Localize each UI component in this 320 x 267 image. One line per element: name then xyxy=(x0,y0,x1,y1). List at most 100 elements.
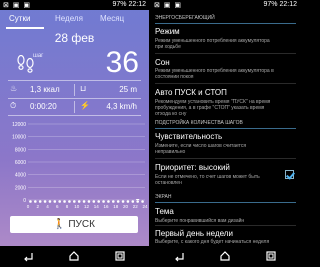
back-icon[interactable] xyxy=(173,250,185,262)
hour-marker xyxy=(63,200,66,203)
section-header-steps: ПОДСТРОЙКА КОЛИЧЕСТВА ШАГОВ xyxy=(155,120,243,126)
hour-marker xyxy=(38,200,42,203)
steps-label: шаг xyxy=(33,53,44,59)
x-tick-label: 6 xyxy=(56,204,59,209)
hour-marker xyxy=(48,200,52,203)
hourly-steps-chart: 0200040006000800010000120000 2 4 6 8 10 12 14 16… xyxy=(12,122,148,209)
setting-summary: Режим уменьшенного потребления аккумулят… xyxy=(155,38,270,50)
x-tick-label: 18 xyxy=(113,204,119,209)
hour-marker xyxy=(53,200,57,203)
setting-summary: Если не отмечено, то счет шагов может бы… xyxy=(155,174,260,186)
hour-marker xyxy=(29,200,32,203)
hour-marker xyxy=(136,200,139,203)
hour-marker xyxy=(131,200,135,203)
home-icon[interactable] xyxy=(219,250,231,262)
tab-month[interactable]: Месяц xyxy=(100,14,124,23)
setting-title: Тема xyxy=(155,207,174,216)
hour-marker xyxy=(92,200,96,203)
speed-value: 4,3 km/h xyxy=(106,102,137,111)
clock: 22:12 xyxy=(279,1,297,8)
home-icon[interactable] xyxy=(68,250,80,262)
distance-value: 25 m xyxy=(119,85,137,94)
hour-marker xyxy=(43,200,47,203)
tab-week[interactable]: Неделя xyxy=(55,14,83,23)
pedometer-screen: ⊠ ▣ ▣ 97% 22:12 Сутки Неделя Месяц 28 фе… xyxy=(0,0,149,267)
battery-percent: 97% xyxy=(112,1,127,8)
hour-marker xyxy=(116,200,120,203)
x-tick-label: 4 xyxy=(46,204,49,209)
divider xyxy=(8,98,141,99)
hour-marker xyxy=(107,200,110,203)
hour-marker xyxy=(126,200,130,203)
hour-marker xyxy=(68,200,71,203)
divider xyxy=(74,101,75,113)
status-right: 97% 22:12 xyxy=(113,1,147,8)
battery-percent: 97% xyxy=(263,1,278,8)
setting-title: Режим xyxy=(155,27,180,36)
notification-icons: ⊠ ▣ ▣ xyxy=(154,2,182,9)
divider xyxy=(155,83,296,84)
hour-marker xyxy=(58,200,61,203)
section-divider xyxy=(155,202,296,203)
setting-summary: Выберите понравившийся вам дизайн xyxy=(155,218,245,224)
x-tick-label: 20 xyxy=(123,204,129,209)
section-header-energy: ЭНЕРГОСБЕРЕГАЮЩИЙ xyxy=(155,15,215,21)
y-tick-label: 8000 xyxy=(15,147,26,153)
x-tick-label: 14 xyxy=(94,204,100,209)
y-tick-label: 2000 xyxy=(15,185,26,191)
hour-marker xyxy=(73,200,76,203)
setting-title: Первый день недели xyxy=(155,229,233,238)
section-header-screen: ЭКРАН xyxy=(155,194,172,200)
y-tick-label: 4000 xyxy=(15,173,26,179)
x-tick-label: 16 xyxy=(103,204,109,209)
recent-apps-icon[interactable] xyxy=(114,250,126,262)
back-icon[interactable] xyxy=(22,250,34,262)
setting-title: Авто ПУСК и СТОП xyxy=(155,88,227,97)
active-tab-indicator xyxy=(6,27,44,29)
metrics-row-1: ♨ 1,3 ккал ⊔ 25 m xyxy=(8,84,141,96)
setting-summary: Измените, если число шагов считается неп… xyxy=(155,143,247,155)
setting-summary: Режим уменьшенного потребления аккумулят… xyxy=(155,68,274,80)
nav-bar xyxy=(0,246,149,267)
y-tick-label: 12000 xyxy=(12,122,26,128)
settings-screen: ⊠ ▣ ▣ 97% 22:12 ЭНЕРГОСБЕРЕГАЮЩИЙ Режим … xyxy=(151,0,300,267)
status-bar: ⊠ ▣ ▣ 97% 22:12 xyxy=(0,0,149,10)
divider xyxy=(8,115,141,116)
walking-icon: 🚶 xyxy=(53,219,66,230)
setting-title: Приоритет: высокий xyxy=(155,163,230,172)
hour-marker xyxy=(87,200,91,203)
notification-icons: ⊠ ▣ ▣ xyxy=(3,2,31,9)
current-date: 28 фев xyxy=(54,31,95,45)
x-tick-label: 2 xyxy=(36,204,39,209)
hour-marker xyxy=(82,200,86,203)
hour-marker xyxy=(77,200,81,203)
x-tick-label: 8 xyxy=(66,204,69,209)
status-bar: ⊠ ▣ ▣ 97% 22:12 xyxy=(151,0,300,10)
setting-title: Сон xyxy=(155,58,170,67)
timer-icon: ⏱ xyxy=(10,101,17,110)
y-tick-label: 10000 xyxy=(12,135,26,141)
calories-value: 1,3 ккал xyxy=(30,85,60,94)
x-tick-label: 22 xyxy=(133,204,139,209)
divider xyxy=(8,80,141,81)
metrics-row-2: ⏱ 0:00:20 ⚡ 4,3 km/h xyxy=(8,101,141,113)
divider xyxy=(74,84,75,96)
speed-icon: ⚡ xyxy=(80,101,90,110)
setting-summary: Выберите, с какого дня будет начинаться … xyxy=(155,239,270,245)
priority-checkbox[interactable] xyxy=(285,170,294,179)
hour-marker xyxy=(102,200,105,203)
fire-icon: ♨ xyxy=(10,84,18,93)
tab-day[interactable]: Сутки xyxy=(9,14,30,23)
x-tick-label: 12 xyxy=(84,204,90,209)
hour-marker xyxy=(112,200,115,203)
divider xyxy=(155,53,296,54)
start-button[interactable]: 🚶 ПУСК xyxy=(10,216,138,233)
recent-apps-icon[interactable] xyxy=(265,250,277,262)
hour-marker xyxy=(34,200,37,203)
duration-value: 0:00:20 xyxy=(30,102,57,111)
settings-list: ЭНЕРГОСБЕРЕГАЮЩИЙ Режим Режим уменьшенно… xyxy=(151,10,300,246)
divider xyxy=(155,225,296,226)
divider xyxy=(155,158,296,159)
step-bar xyxy=(136,199,140,200)
x-tick-label: 24 xyxy=(142,204,148,209)
